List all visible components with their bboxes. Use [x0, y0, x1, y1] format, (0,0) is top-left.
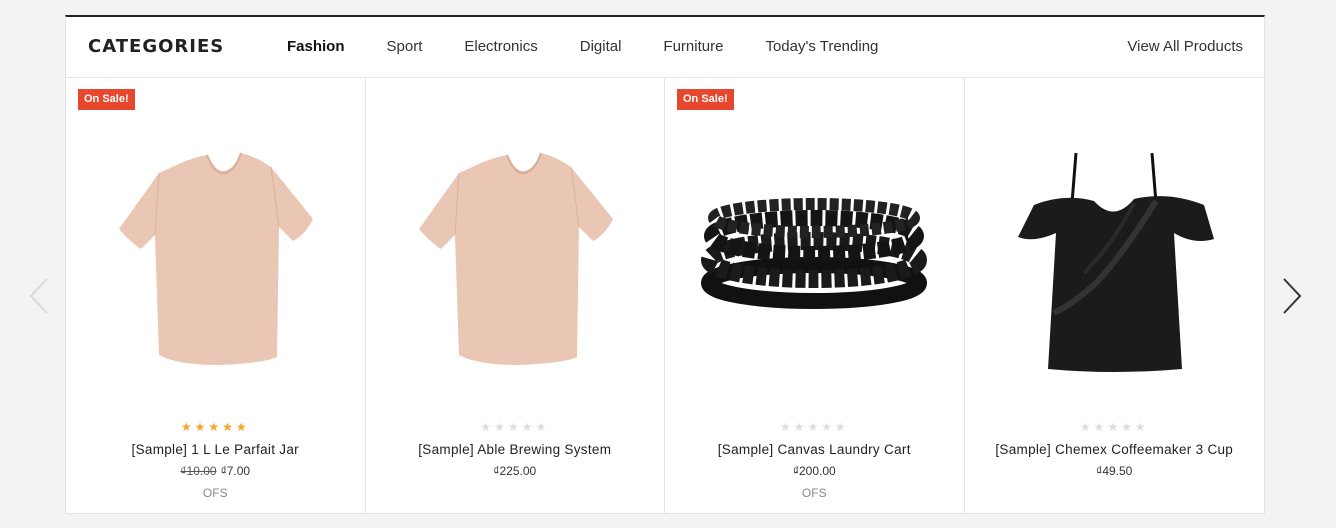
product-price: ₫10.00 ₫7.00	[66, 464, 365, 478]
categories-widget: CATEGORIES Fashion Sport Electronics Dig…	[65, 15, 1265, 514]
product-image[interactable]	[66, 108, 365, 408]
sale-price: ₫7.00	[220, 464, 251, 478]
rating-stars: ★★★★★	[779, 420, 849, 434]
product-image[interactable]	[366, 108, 665, 408]
product-price: ₫225.00	[493, 464, 537, 478]
tab-digital[interactable]: Digital	[580, 38, 622, 55]
categories-title: CATEGORIES	[88, 36, 225, 57]
tab-sport[interactable]: Sport	[387, 38, 423, 55]
product-name[interactable]: [Sample] Chemex Coffeemaker 3 Cup	[965, 442, 1265, 457]
product-grid: On Sale! ★★★★★ [Sample] 1 L Le Parfait J…	[66, 78, 1264, 513]
stock-status: OFS	[801, 486, 827, 500]
product-image[interactable]	[665, 108, 964, 408]
old-price: ₫10.00	[180, 464, 217, 478]
chevron-left-icon[interactable]	[28, 277, 50, 315]
tab-electronics[interactable]: Electronics	[464, 38, 537, 55]
view-all-products-link[interactable]: View All Products	[1127, 38, 1243, 55]
product-card[interactable]: ★★★★★ [Sample] Chemex Coffeemaker 3 Cup …	[965, 78, 1265, 513]
product-price: ₫49.50	[1096, 464, 1133, 478]
product-card[interactable]: ★★★★★ [Sample] Able Brewing System ₫225.…	[366, 78, 665, 513]
bracelet-icon	[701, 198, 928, 309]
product-name[interactable]: [Sample] Able Brewing System	[366, 442, 665, 457]
tab-todays-trending[interactable]: Today's Trending	[765, 38, 878, 55]
rating-stars: ★★★★★	[480, 420, 550, 434]
categories-header: CATEGORIES Fashion Sport Electronics Dig…	[66, 17, 1264, 78]
chevron-right-icon[interactable]	[1281, 277, 1303, 315]
on-sale-badge: On Sale!	[677, 89, 734, 110]
rating-stars: ★★★★★	[1079, 420, 1149, 434]
ruffle-top-icon	[1018, 152, 1215, 372]
category-tabs: Fashion Sport Electronics Digital Furnit…	[287, 38, 920, 55]
product-image[interactable]	[965, 108, 1265, 408]
tshirt-icon	[418, 152, 613, 365]
product-name[interactable]: [Sample] Canvas Laundry Cart	[665, 442, 964, 457]
stock-status: OFS	[202, 486, 228, 500]
tab-furniture[interactable]: Furniture	[663, 38, 723, 55]
product-card[interactable]: On Sale! ★★★★★ [Sample] 1 L Le Parfait J…	[66, 78, 366, 513]
tshirt-icon	[119, 152, 314, 365]
rating-stars: ★★★★★	[180, 420, 250, 434]
tab-fashion[interactable]: Fashion	[287, 38, 345, 55]
on-sale-badge: On Sale!	[78, 89, 135, 110]
product-price: ₫200.00	[792, 464, 836, 478]
product-name[interactable]: [Sample] 1 L Le Parfait Jar	[66, 442, 365, 457]
product-card[interactable]: On Sale! ★★★★★ [Sample] Canvas Laundry C…	[665, 78, 965, 513]
